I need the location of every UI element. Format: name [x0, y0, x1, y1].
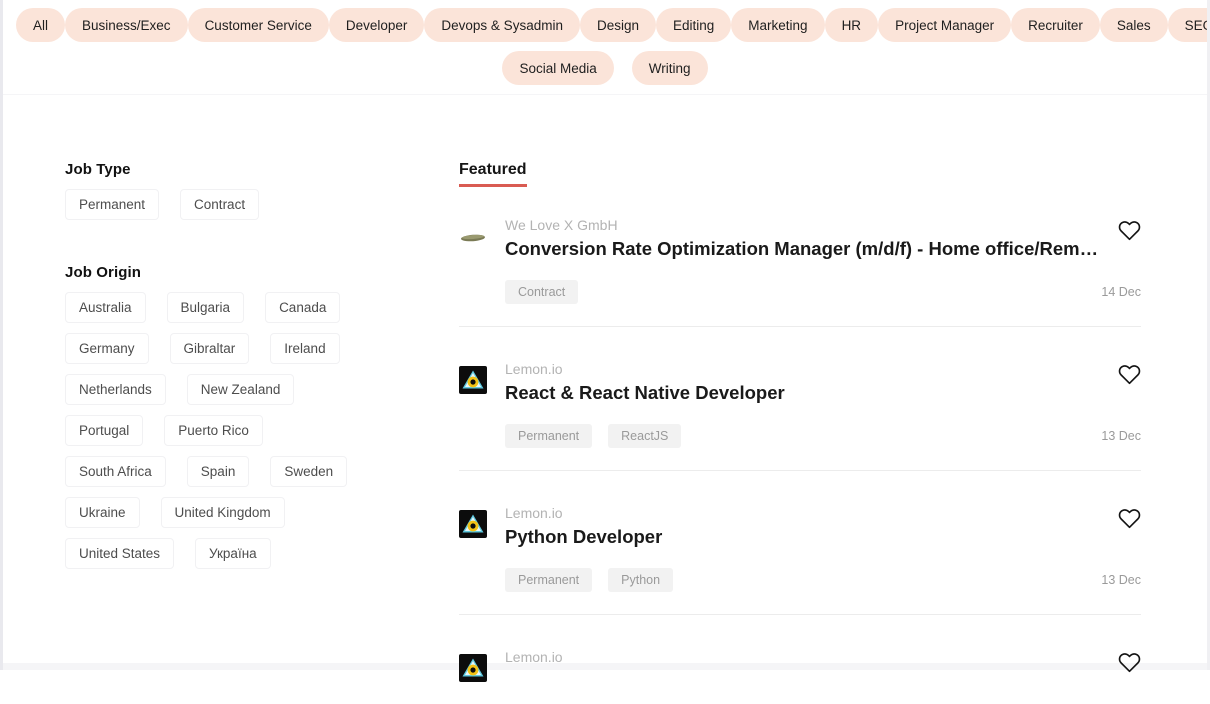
lemon-io-logo — [459, 510, 487, 538]
job-card-header: Lemon.io React & React Native Developer — [459, 362, 1141, 405]
heart-icon — [1118, 517, 1141, 532]
heart-icon — [1118, 373, 1141, 388]
filter-chip-bulgaria[interactable]: Bulgaria — [167, 292, 245, 323]
category-pill-social-media[interactable]: Social Media — [502, 51, 613, 85]
filter-chip-gibraltar[interactable]: Gibraltar — [170, 333, 250, 364]
category-row-2: Social Media Writing — [16, 51, 1194, 85]
job-info: Lemon.io — [505, 650, 1106, 665]
category-pill-business-exec[interactable]: Business/Exec — [65, 8, 188, 42]
job-card: Lemon.io Python Developer Permanent Python 1… — [459, 506, 1141, 615]
job-card: We Love X GmbH Conversion Rate Optimizati… — [459, 218, 1141, 327]
filter-chip-ireland[interactable]: Ireland — [270, 333, 339, 364]
favorite-heart-button[interactable] — [1118, 652, 1141, 676]
job-title-link[interactable]: React & React Native Developer — [505, 381, 1106, 405]
job-card: Lemon.io React & React Native Developer Pe… — [459, 362, 1141, 471]
job-title-link[interactable]: Python Developer — [505, 525, 1106, 549]
posted-date: 14 Dec — [1101, 285, 1141, 299]
job-origin-options: Australia Bulgaria Canada Germany Gibraltar I… — [65, 292, 350, 569]
job-type-section: Job Type Permanent Contract — [65, 161, 395, 220]
job-tag-permanent: Permanent — [505, 424, 592, 448]
category-filter-bar: AllBusiness/ExecCustomer ServiceDevelope… — [0, 0, 1210, 95]
category-pill-recruiter[interactable]: Recruiter — [1011, 8, 1100, 42]
job-card-header: Lemon.io Python Developer — [459, 506, 1141, 549]
company-name: We Love X GmbH — [505, 218, 1106, 233]
category-pill-design[interactable]: Design — [580, 8, 656, 42]
category-pill-sales[interactable]: Sales — [1100, 8, 1168, 42]
category-row-1: AllBusiness/ExecCustomer ServiceDevelope… — [16, 8, 1194, 42]
filter-chip-portugal[interactable]: Portugal — [65, 415, 143, 446]
job-card-header: Lemon.io — [459, 650, 1141, 682]
job-tags: Contract — [505, 280, 578, 304]
filter-chip-australia[interactable]: Australia — [65, 292, 146, 323]
job-list: We Love X GmbH Conversion Rate Optimizati… — [459, 218, 1141, 704]
filter-chip-puerto-rico[interactable]: Puerto Rico — [164, 415, 263, 446]
category-pill-marketing[interactable]: Marketing — [731, 8, 824, 42]
heart-icon — [1118, 229, 1141, 244]
job-card-header: We Love X GmbH Conversion Rate Optimizati… — [459, 218, 1141, 261]
filter-chip-netherlands[interactable]: Netherlands — [65, 374, 166, 405]
job-type-title: Job Type — [65, 161, 395, 178]
category-pill-seo[interactable]: SEO — [1168, 8, 1210, 42]
job-tag-reactjs: ReactJS — [608, 424, 681, 448]
company-name: Lemon.io — [505, 506, 1106, 521]
heart-icon — [1118, 661, 1141, 676]
filter-chip-new-zealand[interactable]: New Zealand — [187, 374, 295, 405]
job-origin-title: Job Origin — [65, 264, 395, 281]
job-meta-row: Contract 14 Dec — [505, 280, 1141, 304]
category-pill-customer-service[interactable]: Customer Service — [188, 8, 329, 42]
company-name: Lemon.io — [505, 362, 1106, 377]
category-pill-all[interactable]: All — [16, 8, 65, 42]
lemon-io-logo — [459, 654, 487, 682]
filter-chip-united-states[interactable]: United States — [65, 538, 174, 569]
favorite-heart-button[interactable] — [1118, 364, 1141, 388]
filters-sidebar: Job Type Permanent Contract Job Origin Au… — [65, 161, 395, 704]
page-content: Job Type Permanent Contract Job Origin Au… — [0, 95, 1210, 704]
filter-chip-spain[interactable]: Spain — [187, 456, 250, 487]
favorite-heart-button[interactable] — [1118, 508, 1141, 532]
favorite-heart-button[interactable] — [1118, 220, 1141, 244]
job-tag-python: Python — [608, 568, 673, 592]
job-info: Lemon.io Python Developer — [505, 506, 1106, 549]
job-meta-row: Permanent ReactJS 13 Dec — [505, 424, 1141, 448]
filter-chip-sweden[interactable]: Sweden — [270, 456, 347, 487]
filter-chip-україна[interactable]: Україна — [195, 538, 271, 569]
category-pill-project-manager[interactable]: Project Manager — [878, 8, 1011, 42]
filter-chip-contract[interactable]: Contract — [180, 189, 259, 220]
job-origin-section: Job Origin Australia Bulgaria Canada German… — [65, 264, 395, 569]
featured-tab[interactable]: Featured — [459, 161, 527, 187]
we-love-x-logo — [459, 222, 487, 250]
company-name: Lemon.io — [505, 650, 1106, 665]
filter-chip-permanent[interactable]: Permanent — [65, 189, 159, 220]
filter-chip-united-kingdom[interactable]: United Kingdom — [161, 497, 285, 528]
posted-date: 13 Dec — [1101, 429, 1141, 443]
filter-chip-canada[interactable]: Canada — [265, 292, 340, 323]
job-type-options: Permanent Contract — [65, 189, 350, 220]
job-list-panel: Featured We Love X GmbH Conversion Rate O… — [459, 161, 1141, 704]
job-title-link[interactable]: Conversion Rate Optimization Manager (m/… — [505, 237, 1106, 261]
filter-chip-germany[interactable]: Germany — [65, 333, 149, 364]
filter-chip-ukraine[interactable]: Ukraine — [65, 497, 140, 528]
job-tags: Permanent ReactJS — [505, 424, 681, 448]
job-card: Lemon.io — [459, 650, 1141, 704]
job-meta-row: Permanent Python 13 Dec — [505, 568, 1141, 592]
job-tag-permanent: Permanent — [505, 568, 592, 592]
posted-date: 13 Dec — [1101, 573, 1141, 587]
job-info: Lemon.io React & React Native Developer — [505, 362, 1106, 405]
category-pill-writing[interactable]: Writing — [632, 51, 708, 85]
job-tags: Permanent Python — [505, 568, 673, 592]
category-pill-editing[interactable]: Editing — [656, 8, 731, 42]
window-left-edge — [0, 0, 3, 670]
lemon-io-logo — [459, 366, 487, 394]
category-pill-developer[interactable]: Developer — [329, 8, 425, 42]
filter-chip-south-africa[interactable]: South Africa — [65, 456, 166, 487]
category-pill-hr[interactable]: HR — [825, 8, 879, 42]
category-pill-devops-sysadmin[interactable]: Devops & Sysadmin — [424, 8, 580, 42]
job-tag-contract: Contract — [505, 280, 578, 304]
job-info: We Love X GmbH Conversion Rate Optimizati… — [505, 218, 1106, 261]
